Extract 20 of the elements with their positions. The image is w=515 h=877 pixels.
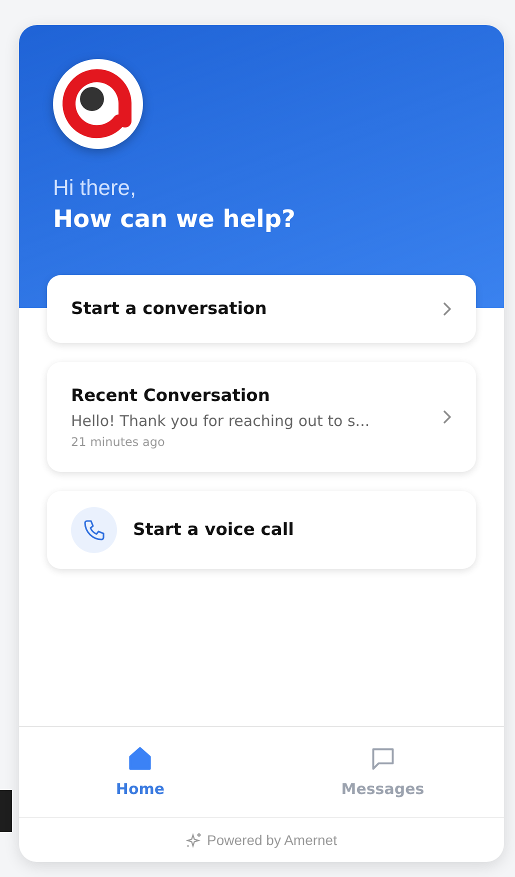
- home-icon: [127, 746, 154, 772]
- logo-icon: [53, 59, 143, 149]
- phone-icon: [71, 507, 117, 553]
- message-preview: Hello! Thank you for reaching out to s...: [71, 412, 370, 430]
- greeting-text: Hi there,: [53, 175, 138, 201]
- start-conversation-card[interactable]: Start a conversation: [47, 275, 476, 343]
- recent-conversation-card[interactable]: Recent Conversation Hello! Thank you for reaching out to s... 21 minutes ago: [47, 362, 476, 472]
- card-title: Recent Conversation: [71, 386, 271, 406]
- chat-bubble-icon: [370, 746, 396, 772]
- headline-text: How can we help?: [53, 205, 296, 233]
- chevron-icon: [442, 409, 452, 425]
- card-title: Start a conversation: [71, 299, 267, 319]
- powered-by-text: Powered by Amernet: [207, 832, 337, 848]
- chevron-icon: [442, 301, 452, 317]
- dark-panel: [0, 790, 12, 832]
- nav-tab[interactable]: Home: [19, 727, 262, 817]
- timestamp: 21 minutes ago: [71, 434, 166, 448]
- voice-call-card[interactable]: Start a voice call: [47, 491, 476, 569]
- card-title: Start a voice call: [133, 520, 294, 540]
- sparkle-icon: [186, 832, 202, 848]
